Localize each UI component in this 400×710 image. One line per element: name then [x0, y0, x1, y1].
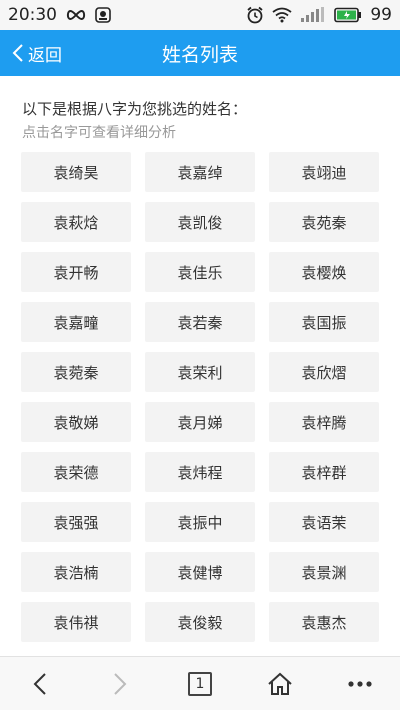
name-item[interactable]: 袁梓腾	[269, 402, 379, 442]
name-item[interactable]: 袁月娣	[145, 402, 255, 442]
alarm-icon	[246, 6, 264, 24]
tabs-icon: 1	[188, 671, 212, 696]
name-item[interactable]: 袁荣德	[21, 452, 131, 492]
name-item[interactable]: 袁语茉	[269, 502, 379, 542]
chevron-left-icon	[12, 43, 24, 63]
back-button[interactable]: 返回	[12, 30, 62, 76]
name-item[interactable]: 袁健博	[145, 552, 255, 592]
name-item[interactable]: 袁佳乐	[145, 252, 255, 292]
battery-level: 99	[370, 5, 392, 25]
home-button[interactable]	[240, 657, 320, 710]
name-item[interactable]: 袁俊毅	[145, 602, 255, 642]
name-item[interactable]: 袁浩楠	[21, 552, 131, 592]
name-item[interactable]: 袁敬娣	[21, 402, 131, 442]
name-item[interactable]: 袁绮昊	[21, 152, 131, 192]
infinity-icon	[65, 9, 87, 21]
name-item[interactable]: 袁惠杰	[269, 602, 379, 642]
nav-bar: 返回 姓名列表	[0, 30, 400, 76]
name-item[interactable]: 袁开畅	[21, 252, 131, 292]
bottom-toolbar: 1	[0, 656, 400, 710]
notification-icon	[95, 7, 111, 23]
more-icon	[347, 680, 373, 688]
battery-icon	[334, 7, 362, 23]
name-grid: 袁绮昊 袁嘉绰 袁翊迪 袁萩焓 袁凯俊 袁苑秦 袁开畅 袁佳乐 袁樱焕 袁嘉疃 袁若秦 袁国振 袁菀秦袁…	[21, 152, 379, 642]
hint-text: 点击名字可查看详细分析	[22, 125, 176, 141]
name-item[interactable]: 袁景渊	[269, 552, 379, 592]
name-item[interactable]: 袁苑秦	[269, 202, 379, 242]
name-item[interactable]: 袁振中	[145, 502, 255, 542]
forward-arrow-button[interactable]	[80, 657, 160, 710]
back-arrow-icon	[33, 672, 47, 696]
back-arrow-button[interactable]	[0, 657, 80, 710]
name-item[interactable]: 袁若秦	[145, 302, 255, 342]
name-item[interactable]: 袁嘉绰	[145, 152, 255, 192]
signal-icon	[300, 7, 326, 23]
name-item[interactable]: 袁萩焓	[21, 202, 131, 242]
name-item[interactable]: 袁炜程	[145, 452, 255, 492]
status-bar: 20:30 99	[0, 0, 400, 30]
name-item[interactable]: 袁梓群	[269, 452, 379, 492]
name-item[interactable]: 袁菀秦	[21, 352, 131, 392]
back-label: 返回	[28, 45, 62, 66]
content-area[interactable]: 以下是根据八字为您挑选的姓名： 点击名字可查看详细分析 袁绮昊 袁嘉绰 袁翊迪袁萩焓…	[0, 76, 400, 656]
wifi-icon	[272, 7, 292, 23]
name-item[interactable]: 袁强强	[21, 502, 131, 542]
name-item[interactable]: 袁凯俊	[145, 202, 255, 242]
intro-text: 以下是根据八字为您挑选的姓名：	[22, 100, 248, 118]
name-item[interactable]: 袁樱焕	[269, 252, 379, 292]
name-item[interactable]: 袁伟祺	[21, 602, 131, 642]
name-item[interactable]: 袁翊迪	[269, 152, 379, 192]
name-item[interactable]: 袁嘉疃	[21, 302, 131, 342]
name-item[interactable]: 袁欣熠	[269, 352, 379, 392]
home-icon	[267, 672, 293, 696]
name-item[interactable]: 袁国振	[269, 302, 379, 342]
tabs-button[interactable]: 1	[160, 657, 240, 710]
name-item[interactable]: 袁荣利	[145, 352, 255, 392]
status-time: 20:30	[8, 5, 57, 25]
forward-arrow-icon	[113, 672, 127, 696]
more-button[interactable]	[320, 657, 400, 710]
